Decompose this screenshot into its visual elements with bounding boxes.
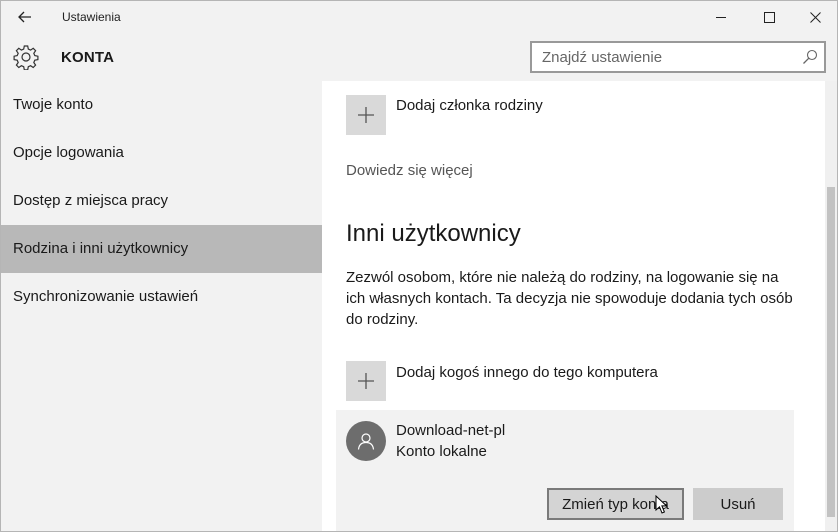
- sidebar-item-dostep-z-miejsca-pracy[interactable]: Dostęp z miejsca pracy: [1, 177, 322, 225]
- close-icon: [809, 11, 821, 23]
- content-pane: Dodaj członka rodziny Dowiedz się więcej…: [322, 81, 825, 531]
- add-family-member-link[interactable]: Dodaj członka rodziny: [396, 97, 543, 114]
- page-title: KONTA: [61, 49, 115, 66]
- sidebar: Twoje konto Opcje logowania Dostęp z mie…: [1, 81, 322, 531]
- settings-header: KONTA: [1, 33, 837, 81]
- window-title: Ustawienia: [62, 10, 121, 24]
- plus-icon: [358, 373, 374, 389]
- minimize-icon: [715, 16, 726, 18]
- sidebar-item-opcje-logowania[interactable]: Opcje logowania: [1, 129, 322, 177]
- avatar: [346, 421, 386, 461]
- maximize-icon: [763, 11, 775, 23]
- other-users-description: Zezwól osobom, które nie należą do rodzi…: [346, 269, 793, 328]
- sidebar-item-twoje-konto[interactable]: Twoje konto: [1, 81, 322, 129]
- minimize-button[interactable]: [698, 1, 744, 33]
- user-icon: [357, 433, 375, 450]
- other-users-heading: Inni użytkownicy: [346, 220, 521, 247]
- settings-window: Ustawienia KONTA Twoje konto Opc: [0, 0, 838, 532]
- user-account-type: Konto lokalne: [396, 443, 487, 460]
- add-someone-else-tile[interactable]: [346, 361, 386, 401]
- sidebar-item-synchronizowanie[interactable]: Synchronizowanie ustawień: [1, 273, 322, 321]
- title-bar: Ustawienia: [1, 1, 837, 33]
- user-card[interactable]: Download-net-pl Konto lokalne Zmień typ …: [336, 410, 794, 531]
- search-input[interactable]: [532, 43, 794, 71]
- add-family-member-tile[interactable]: [346, 95, 386, 135]
- learn-more-link[interactable]: Dowiedz się więcej: [346, 162, 473, 179]
- add-someone-else-link[interactable]: Dodaj kogoś innego do tego komputera: [396, 364, 658, 381]
- plus-icon: [358, 107, 374, 123]
- back-arrow-icon: [18, 11, 31, 23]
- close-button[interactable]: [792, 1, 837, 33]
- back-button[interactable]: [9, 1, 41, 33]
- user-name: Download-net-pl: [396, 422, 506, 439]
- mouse-cursor-icon: [655, 495, 668, 514]
- maximize-button[interactable]: [746, 1, 792, 33]
- search-icon[interactable]: [802, 49, 818, 65]
- scroll-thumb[interactable]: [827, 187, 835, 517]
- scrollbar[interactable]: [825, 81, 837, 531]
- remove-user-button[interactable]: Usuń: [693, 488, 783, 520]
- sidebar-item-rodzina[interactable]: Rodzina i inni użytkownicy: [1, 225, 322, 273]
- search-box[interactable]: [530, 41, 826, 73]
- gear-icon: [13, 45, 39, 70]
